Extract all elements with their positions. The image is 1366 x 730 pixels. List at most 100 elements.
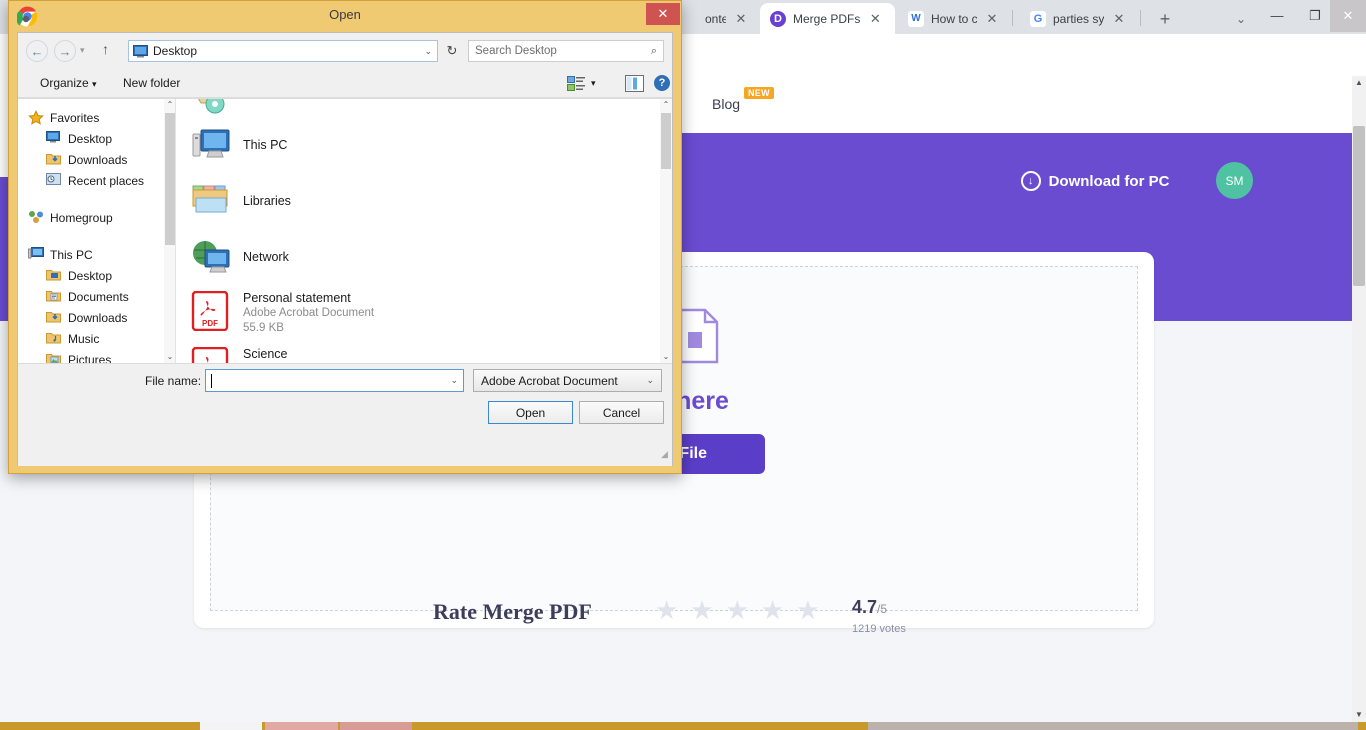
window-close-button[interactable]: ✕ bbox=[1330, 0, 1366, 32]
sidebar-item-this-pc[interactable]: This PC bbox=[18, 244, 164, 265]
nav-up-button[interactable]: ↑ bbox=[102, 41, 109, 57]
view-options-icon[interactable] bbox=[567, 75, 586, 92]
taskbar-item[interactable] bbox=[200, 722, 262, 730]
list-item-this-pc[interactable]: This PC bbox=[191, 126, 287, 166]
file-list-scrollbar[interactable]: ⌃ ⌄ bbox=[660, 99, 672, 364]
nav-back-button[interactable]: ← bbox=[26, 40, 48, 62]
sidebar-item-music[interactable]: Music bbox=[18, 328, 164, 349]
address-bar[interactable]: Desktop ⌄ bbox=[128, 40, 438, 62]
download-arrow-icon: ↓ bbox=[1020, 171, 1041, 191]
tab-label: ontentCan bbox=[705, 11, 726, 26]
dialog-command-bar: Organize ▾ New folder ▾ ? bbox=[18, 69, 672, 98]
sidebar-item-recent-places[interactable]: Recent places bbox=[18, 170, 164, 191]
search-icon: ⌕ bbox=[650, 44, 657, 57]
nav-item-blog[interactable]: Blog bbox=[712, 96, 740, 112]
browser-tab-1[interactable]: D Merge PDFs ✕ bbox=[760, 3, 895, 34]
sidebar-item-documents[interactable]: Documents bbox=[18, 286, 164, 307]
dialog-title-bar[interactable]: Open ✕ bbox=[9, 1, 681, 32]
libraries-icon bbox=[191, 182, 231, 222]
file-type-chevron-down-icon: ⌄ bbox=[646, 375, 654, 385]
sidebar-item-homegroup[interactable]: Homegroup bbox=[18, 207, 164, 228]
dialog-file-list[interactable]: This PC Libraries Network PDF Personal s… bbox=[177, 99, 660, 364]
list-item-science[interactable]: PDF Science Adobe Acrobat Document 298 K… bbox=[191, 346, 374, 364]
refresh-icon[interactable]: ↻ bbox=[442, 41, 462, 61]
nav-scroll-up-icon[interactable]: ⌃ bbox=[164, 99, 176, 112]
nav-forward-button[interactable]: → bbox=[54, 40, 76, 62]
star-icon[interactable]: ★ bbox=[761, 597, 784, 623]
sidebar-item-pictures[interactable]: Pictures bbox=[18, 349, 164, 364]
rating-stars[interactable]: ★ ★ ★ ★ ★ bbox=[655, 597, 820, 623]
cancel-button[interactable]: Cancel bbox=[579, 401, 664, 424]
nav-pane-scrollbar[interactable]: ⌃ ⌄ bbox=[164, 99, 176, 364]
tab-close-icon[interactable]: ✕ bbox=[984, 11, 1000, 27]
tab-close-icon[interactable]: ✕ bbox=[733, 11, 749, 27]
nav-history-chevron-down-icon[interactable]: ▾ bbox=[80, 45, 85, 56]
scroll-down-arrow-icon[interactable]: ▼ bbox=[1352, 708, 1366, 722]
organize-button[interactable]: Organize ▾ bbox=[40, 76, 97, 90]
user-avatar[interactable]: SM bbox=[1216, 162, 1253, 199]
resize-grip-icon[interactable]: ◢ bbox=[661, 449, 668, 460]
search-input[interactable]: Search Desktop ⌕ bbox=[468, 40, 664, 62]
star-icon[interactable]: ★ bbox=[655, 597, 678, 623]
taskbar-item[interactable] bbox=[340, 722, 412, 730]
tab-favicon bbox=[682, 11, 698, 27]
file-type-value: Adobe Acrobat Document bbox=[481, 373, 618, 388]
file-type-select[interactable]: Adobe Acrobat Document ⌄ bbox=[473, 369, 662, 392]
address-chevron-down-icon[interactable]: ⌄ bbox=[424, 46, 432, 57]
star-icon[interactable]: ★ bbox=[726, 597, 749, 623]
view-chevron-down-icon[interactable]: ▾ bbox=[591, 78, 596, 89]
nav-item-label: Downloads bbox=[68, 152, 128, 167]
homegroup-icon bbox=[28, 210, 44, 226]
tab-separator bbox=[1012, 10, 1013, 26]
rating-votes: 1219 votes bbox=[852, 623, 906, 635]
dialog-panes: Favorites Desktop Downloads Recent place… bbox=[18, 98, 672, 364]
preview-pane-icon[interactable] bbox=[625, 75, 644, 92]
new-tab-button[interactable]: + bbox=[1152, 7, 1178, 33]
file-scroll-up-icon[interactable]: ⌃ bbox=[660, 99, 672, 112]
page-scrollbar[interactable]: ▲ ▼ bbox=[1352, 76, 1366, 722]
nav-scrollbar-thumb[interactable] bbox=[165, 113, 175, 245]
nav-item-label: Desktop bbox=[68, 131, 113, 146]
new-folder-button[interactable]: New folder bbox=[123, 76, 180, 90]
nav-item-label: Music bbox=[68, 331, 100, 346]
list-item-partial[interactable] bbox=[191, 99, 243, 117]
sidebar-item-downloads[interactable]: Downloads bbox=[18, 149, 164, 170]
scrollbar-thumb[interactable] bbox=[1353, 126, 1365, 286]
folder-desktop-icon bbox=[46, 268, 62, 284]
file-name: Personal statement bbox=[243, 291, 351, 305]
list-item-personal-statement[interactable]: PDF Personal statement Adobe Acrobat Doc… bbox=[191, 290, 374, 336]
star-icon[interactable]: ★ bbox=[690, 597, 713, 623]
text-cursor bbox=[211, 373, 212, 388]
help-icon[interactable]: ? bbox=[654, 75, 670, 91]
download-for-pc-button[interactable]: ↓ Download for PC bbox=[994, 162, 1196, 200]
taskbar-item[interactable] bbox=[868, 722, 1358, 730]
browser-tab-0[interactable]: ontentCan ✕ bbox=[672, 3, 757, 34]
tab-close-icon[interactable]: ✕ bbox=[1111, 11, 1127, 27]
dialog-close-button[interactable]: ✕ bbox=[646, 3, 680, 25]
desktop-icon bbox=[133, 44, 148, 58]
nav-item-label: Homegroup bbox=[50, 210, 113, 225]
taskbar-item[interactable] bbox=[265, 722, 338, 730]
file-name-input[interactable]: ⌄ bbox=[205, 369, 464, 392]
sidebar-item-pc-downloads[interactable]: Downloads bbox=[18, 307, 164, 328]
list-item-libraries[interactable]: Libraries bbox=[191, 182, 291, 222]
scroll-up-arrow-icon[interactable]: ▲ bbox=[1352, 76, 1366, 90]
tab-close-icon[interactable]: ✕ bbox=[867, 11, 883, 27]
open-button[interactable]: Open bbox=[488, 401, 573, 424]
rating-score-value: 4.7 bbox=[852, 597, 878, 617]
sidebar-item-desktop[interactable]: Desktop bbox=[18, 128, 164, 149]
browser-tab-2[interactable]: W How to con ✕ bbox=[898, 3, 1008, 34]
sidebar-item-pc-desktop[interactable]: Desktop bbox=[18, 265, 164, 286]
tab-search-chevron-down-icon[interactable]: ⌄ bbox=[1228, 7, 1254, 33]
open-file-dialog[interactable]: Open ✕ ← → ▾ ↑ Desktop ⌄ ↻ Search Deskto… bbox=[8, 0, 682, 474]
nav-item-label: Downloads bbox=[68, 310, 128, 325]
nav-header-favorites[interactable]: Favorites bbox=[18, 107, 164, 128]
list-item-network[interactable]: Network bbox=[191, 238, 289, 278]
browser-tab-3[interactable]: G parties sync ✕ bbox=[1020, 3, 1135, 34]
file-name-chevron-down-icon[interactable]: ⌄ bbox=[450, 375, 458, 386]
file-scrollbar-thumb[interactable] bbox=[661, 113, 671, 169]
windows-taskbar[interactable] bbox=[0, 722, 1366, 730]
star-icon[interactable]: ★ bbox=[796, 597, 819, 623]
nav-item-label: Documents bbox=[68, 289, 129, 304]
rating-denominator: /5 bbox=[877, 602, 888, 616]
